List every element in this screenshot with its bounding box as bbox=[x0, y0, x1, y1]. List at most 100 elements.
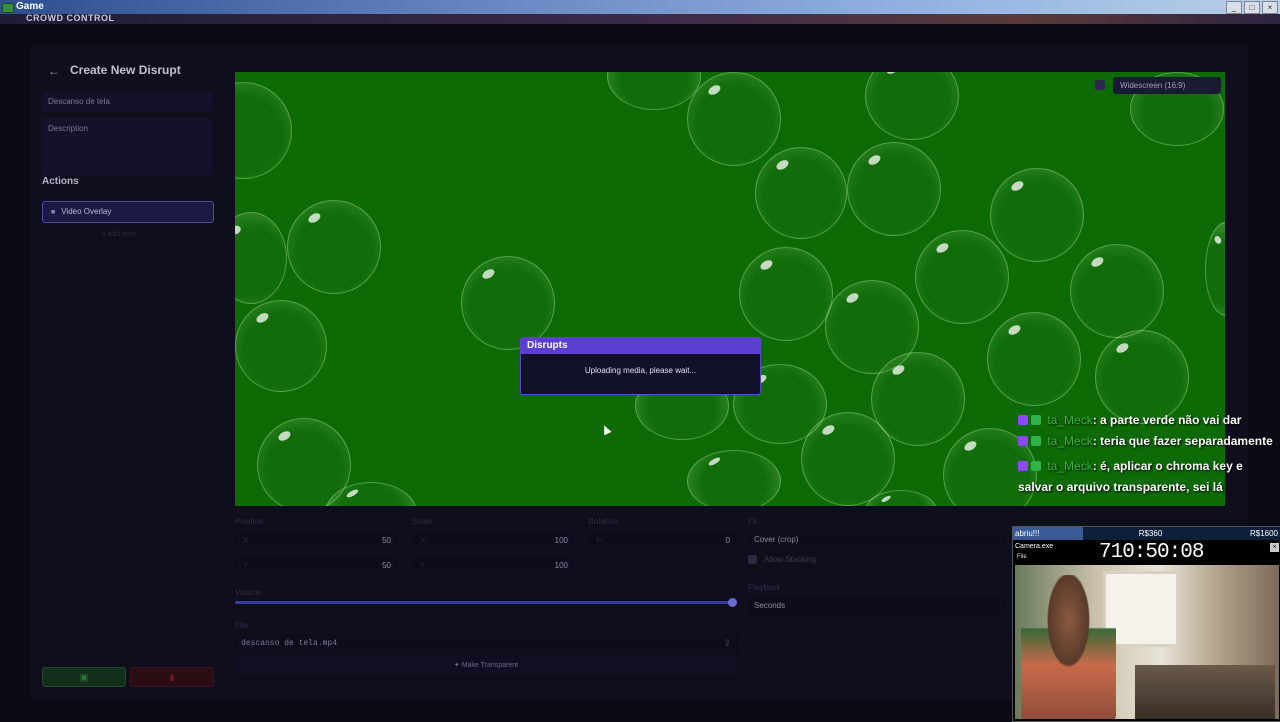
chat-badge-icon bbox=[1031, 436, 1041, 446]
donation-current: R$360 bbox=[1138, 529, 1163, 538]
donation-goal-label: abriu!!! bbox=[1013, 527, 1083, 540]
camera-menu-file: File bbox=[1017, 554, 1027, 560]
playback-label: Playback bbox=[748, 583, 781, 592]
actions-heading: Actions bbox=[42, 176, 79, 187]
chat-badge-icon bbox=[1018, 461, 1028, 471]
brand-bar: CROWD CONTROL bbox=[0, 13, 1280, 24]
bubble bbox=[987, 312, 1081, 406]
camera-close-icon: × bbox=[1270, 543, 1279, 552]
webcam-overlay: abriu!!! R$360 R$1600 Camera.exe File 71… bbox=[1012, 526, 1280, 722]
scale-label: Scale bbox=[412, 517, 433, 526]
allow-stacking-label: Allow Stacking bbox=[764, 555, 817, 564]
volume-slider-handle[interactable] bbox=[728, 598, 737, 607]
bubble bbox=[287, 200, 381, 294]
aspect-ratio-select[interactable]: Widescreen (16:9) bbox=[1113, 77, 1221, 94]
allow-stacking-checkbox[interactable] bbox=[748, 555, 757, 564]
axis-y-label: Y bbox=[243, 561, 249, 570]
modal-title: Disrupts bbox=[521, 338, 760, 354]
make-transparent-label: Make Transparent bbox=[461, 662, 519, 669]
scale-y-value: 100 bbox=[554, 561, 568, 570]
axis-x-label: X bbox=[243, 536, 249, 545]
save-icon: ▣ bbox=[79, 672, 89, 682]
chat-text: : a parte verde não vai dar bbox=[1092, 413, 1242, 427]
bubble bbox=[687, 450, 781, 506]
bubble bbox=[235, 300, 327, 392]
position-x-value: 50 bbox=[382, 536, 391, 545]
chat-badge-icon bbox=[1018, 436, 1028, 446]
volume-slider[interactable] bbox=[235, 601, 735, 604]
rotation-value: 0 bbox=[725, 536, 730, 545]
bubble bbox=[235, 82, 292, 179]
rotate-icon: ↻ bbox=[596, 536, 603, 545]
window-title: Game bbox=[16, 1, 44, 12]
chat-text: : teria que fazer separadamente bbox=[1092, 434, 1273, 448]
volume-label: Volume bbox=[235, 588, 262, 597]
bubble bbox=[755, 147, 847, 239]
rotation-input[interactable]: ↻ 0 bbox=[588, 532, 736, 549]
chat-message: ta_Meck: teria que fazer separadamente bbox=[1012, 431, 1280, 452]
stream-chat: ta_Meck: a parte verde não vai dar ta_Me… bbox=[1012, 410, 1280, 498]
bubble bbox=[1070, 244, 1164, 338]
chat-username: ta_Meck bbox=[1047, 434, 1093, 448]
scale-y-input[interactable]: Y 100 bbox=[412, 557, 574, 574]
background-desk bbox=[1135, 665, 1275, 719]
editor-sidebar: ← Create New Disrupt Descanso de tela De… bbox=[42, 58, 214, 698]
minimize-button[interactable]: _ bbox=[1226, 1, 1242, 14]
bubble bbox=[607, 72, 701, 110]
upload-modal: Disrupts Uploading media, please wait... bbox=[520, 337, 761, 395]
bubble bbox=[865, 72, 959, 140]
page-title: Create New Disrupt bbox=[70, 63, 181, 77]
chat-username: ta_Meck bbox=[1047, 459, 1093, 473]
window-controls: _ □ × bbox=[1226, 1, 1278, 14]
bubble bbox=[1205, 222, 1225, 316]
scale-x-value: 100 bbox=[554, 536, 568, 545]
video-icon: ■ bbox=[51, 209, 56, 216]
add-item-link[interactable]: + Add Item bbox=[102, 231, 136, 238]
maximize-button[interactable]: □ bbox=[1244, 1, 1260, 14]
make-transparent-button[interactable]: ✦ Make Transparent bbox=[235, 657, 737, 674]
delete-button[interactable]: ▮ bbox=[130, 667, 214, 687]
brand-name: CROWD CONTROL bbox=[26, 13, 115, 23]
aspect-color-swatch[interactable] bbox=[1095, 80, 1105, 90]
donation-bar: abriu!!! R$360 R$1600 bbox=[1013, 527, 1280, 540]
bubble bbox=[739, 247, 833, 341]
bubble bbox=[687, 72, 781, 166]
streamer bbox=[1021, 575, 1116, 719]
donation-target: R$1600 bbox=[1249, 529, 1278, 538]
position-y-input[interactable]: Y 50 bbox=[235, 557, 397, 574]
save-button[interactable]: ▣ bbox=[42, 667, 126, 687]
chat-message: ta_Meck: a parte verde não vai dar bbox=[1012, 410, 1280, 431]
axis-y-label: Y bbox=[420, 561, 426, 570]
webcam-video bbox=[1015, 565, 1279, 719]
wand-icon: ✦ bbox=[453, 662, 462, 669]
bubble bbox=[915, 230, 1009, 324]
action-item-label: Video Overlay bbox=[61, 207, 112, 216]
chat-badge-icon bbox=[1018, 415, 1028, 425]
position-x-input[interactable]: X 50 bbox=[235, 532, 397, 549]
fit-select[interactable]: Cover (crop) bbox=[748, 530, 1006, 549]
file-label: File bbox=[235, 621, 248, 630]
scale-x-input[interactable]: X 100 bbox=[412, 532, 574, 549]
camera-window-title: Camera.exe bbox=[1015, 543, 1054, 550]
upload-icon[interactable]: ⇪ bbox=[723, 634, 731, 654]
rotation-label: Rotation bbox=[588, 517, 618, 526]
axis-x-label: X bbox=[420, 536, 426, 545]
chat-badge-icon bbox=[1031, 415, 1041, 425]
position-y-value: 50 bbox=[382, 561, 391, 570]
file-input[interactable]: descanso de tela.mp4 ⇪ bbox=[235, 634, 737, 654]
bubble bbox=[461, 256, 555, 350]
chat-username: ta_Meck bbox=[1047, 413, 1093, 427]
bubble bbox=[990, 168, 1084, 262]
action-item-video-overlay[interactable]: ■ Video Overlay bbox=[42, 201, 214, 223]
playback-select[interactable]: Seconds bbox=[748, 596, 1006, 615]
position-label: Position bbox=[235, 517, 264, 526]
back-arrow-icon[interactable]: ← bbox=[48, 64, 60, 78]
fit-label: Fit bbox=[748, 517, 757, 526]
description-field[interactable]: Description bbox=[42, 118, 212, 176]
modal-message: Uploading media, please wait... bbox=[584, 366, 697, 375]
name-field[interactable]: Descanso de tela bbox=[42, 92, 212, 112]
window-titlebar: Game _ □ × bbox=[0, 0, 1280, 14]
bubble bbox=[847, 142, 941, 236]
close-button[interactable]: × bbox=[1262, 1, 1278, 14]
bubble bbox=[235, 212, 287, 304]
